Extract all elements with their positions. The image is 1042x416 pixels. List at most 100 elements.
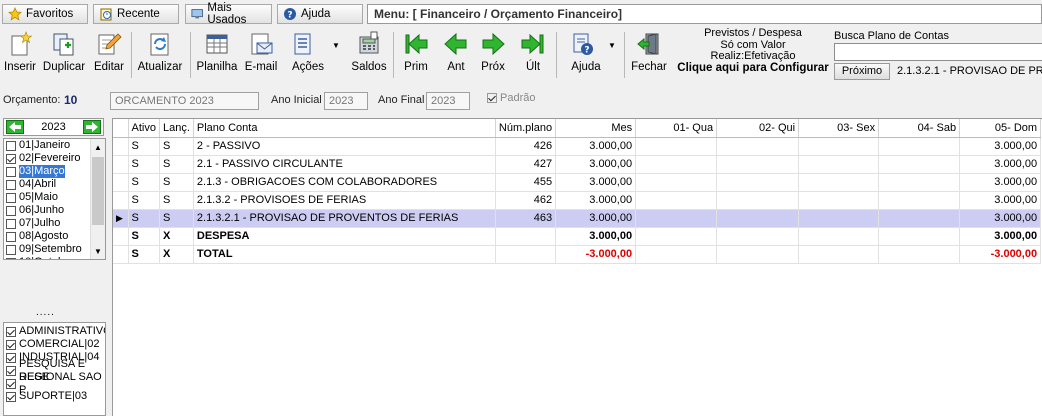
cell-d1[interactable] (635, 245, 718, 264)
department-item[interactable]: ADMINISTRATIVO (4, 325, 105, 338)
table-row[interactable]: S X DESPESA 3.000,00 3.000,00 (113, 227, 1042, 246)
cell-d4[interactable] (878, 227, 961, 246)
cell-d3[interactable] (798, 155, 880, 174)
cell-d3[interactable] (798, 245, 880, 264)
col-header-lanc[interactable]: Lanç. (159, 119, 194, 138)
col-header-d4[interactable]: 04- Sab (878, 119, 961, 138)
cell-ativo[interactable]: S (128, 173, 160, 192)
scroll-up-icon[interactable]: ▲ (91, 143, 105, 152)
cell-plano[interactable]: 2.1.3 - OBRIGACOES COM COLABORADORES (193, 173, 496, 192)
cell-d2[interactable] (716, 227, 800, 246)
cell-d1[interactable] (635, 191, 718, 210)
cell-d2[interactable] (716, 155, 800, 174)
cell-d4[interactable] (878, 191, 961, 210)
cell-lanc[interactable]: S (159, 173, 194, 192)
table-row[interactable]: S S 2.1 - PASSIVO CIRCULANTE 427 3.000,00 3.0… (113, 155, 1042, 174)
ano-final-field[interactable]: 2023 (426, 92, 470, 110)
cell-lanc[interactable]: S (159, 191, 194, 210)
fechar-button[interactable]: Fechar (630, 27, 668, 83)
planilha-button[interactable]: Planilha (195, 27, 239, 83)
cell-num[interactable]: 462 (495, 191, 557, 210)
cell-ativo[interactable]: S (128, 245, 160, 264)
proximo-button[interactable]: Próximo (834, 63, 890, 80)
cell-d1[interactable] (635, 209, 718, 228)
department-checkbox[interactable] (6, 352, 16, 363)
busca-input[interactable] (834, 43, 1042, 61)
col-header-num[interactable]: Núm.plano (495, 119, 557, 138)
ano-inicial-field[interactable]: 2023 (324, 92, 368, 110)
cell-ativo[interactable]: S (128, 227, 160, 246)
cell-mes[interactable]: 3.000,00 (555, 191, 637, 210)
cell-plano[interactable]: TOTAL (193, 245, 496, 264)
month-checkbox[interactable] (6, 244, 16, 255)
month-checkbox[interactable] (6, 179, 16, 190)
cell-d5[interactable]: 3.000,00 (959, 155, 1042, 174)
cell-d1[interactable] (635, 227, 718, 246)
cell-d5[interactable]: 3.000,00 (959, 227, 1042, 246)
month-list[interactable]: 01|Janeiro 02|Fevereiro 03|Março 04|Abril 05… (3, 138, 106, 260)
cell-d5[interactable]: -3.000,00 (959, 245, 1042, 264)
email-button[interactable]: E-mail (243, 27, 279, 83)
col-header-d5[interactable]: 05- Dom (959, 119, 1042, 138)
department-checkbox[interactable] (6, 326, 16, 337)
department-checkbox[interactable] (6, 365, 16, 376)
cell-d3[interactable] (798, 227, 880, 246)
cell-d1[interactable] (635, 173, 718, 192)
editar-button[interactable]: Editar (91, 27, 127, 83)
month-checkbox[interactable] (6, 140, 16, 151)
scroll-thumb[interactable] (92, 157, 104, 225)
department-checkbox[interactable] (6, 339, 16, 350)
cell-d4[interactable] (878, 137, 961, 156)
saldos-button[interactable]: Saldos (350, 27, 388, 83)
padrao-checkbox[interactable]: Padrão (487, 92, 535, 104)
cell-plano[interactable]: 2 - PASSIVO (193, 137, 496, 156)
cell-d5[interactable]: 3.000,00 (959, 137, 1042, 156)
cell-plano[interactable]: 2.1.3.2 - PROVISOES DE FERIAS (193, 191, 496, 210)
cell-d5[interactable]: 3.000,00 (959, 209, 1042, 228)
table-row[interactable]: S X TOTAL -3.000,00 -3.000,00 (113, 245, 1042, 264)
cell-num[interactable] (495, 227, 557, 246)
cell-d2[interactable] (716, 191, 800, 210)
month-checkbox[interactable] (6, 166, 16, 177)
cell-lanc[interactable]: X (159, 245, 194, 264)
cell-num[interactable]: 455 (495, 173, 557, 192)
cell-ativo[interactable]: S (128, 137, 160, 156)
mais-usados-button[interactable]: Mais Usados (185, 2, 272, 26)
cell-d4[interactable] (878, 173, 961, 192)
table-row[interactable]: ▶ S S 2.1.3.2.1 - PROVISAO DE PROVENTOS DE … (113, 209, 1042, 228)
table-row[interactable]: S S 2.1.3.2 - PROVISOES DE FERIAS 462 3.000,… (113, 191, 1042, 210)
cell-d2[interactable] (716, 209, 800, 228)
cell-d5[interactable]: 3.000,00 (959, 191, 1042, 210)
month-checkbox[interactable] (6, 257, 16, 259)
prox-button[interactable]: Próx (476, 27, 510, 83)
cell-num[interactable]: 426 (495, 137, 557, 156)
cell-d3[interactable] (798, 173, 880, 192)
duplicar-button[interactable]: Duplicar (42, 27, 86, 83)
month-checkbox[interactable] (6, 218, 16, 229)
acoes-button[interactable]: ▼ Ações (284, 27, 340, 83)
budget-grid[interactable]: Ativo Lanç. Plano Conta Núm.plano Mes 01… (112, 118, 1042, 416)
cell-d4[interactable] (878, 209, 961, 228)
cell-d3[interactable] (798, 191, 880, 210)
configure-link[interactable]: Clique aqui para Configurar (677, 62, 828, 74)
department-list[interactable]: ADMINISTRATIVO COMERCIAL|02 INDUSTRIAL|04 P… (3, 322, 106, 416)
col-header-d2[interactable]: 02- Qui (716, 119, 800, 138)
cell-num[interactable] (495, 245, 557, 264)
month-checkbox[interactable] (6, 192, 16, 203)
next-year-button[interactable] (83, 120, 101, 134)
department-item[interactable]: REGIONAL SAO P (4, 371, 105, 396)
cell-plano[interactable]: 2.1 - PASSIVO CIRCULANTE (193, 155, 496, 174)
cell-d2[interactable] (716, 137, 800, 156)
prim-button[interactable]: Prim (399, 27, 433, 83)
cell-d1[interactable] (635, 155, 718, 174)
col-header-mes[interactable]: Mes (555, 119, 637, 138)
cell-mes[interactable]: 3.000,00 (555, 155, 637, 174)
cell-d3[interactable] (798, 137, 880, 156)
ult-button[interactable]: Últ (516, 27, 550, 83)
ant-button[interactable]: Ant (439, 27, 473, 83)
table-row[interactable]: S S 2.1.3 - OBRIGACOES COM COLABORADORES 45… (113, 173, 1042, 192)
department-item[interactable]: COMERCIAL|02 (4, 338, 105, 351)
cell-d2[interactable] (716, 245, 800, 264)
month-checkbox[interactable] (6, 153, 16, 164)
cell-mes[interactable]: 3.000,00 (555, 137, 637, 156)
